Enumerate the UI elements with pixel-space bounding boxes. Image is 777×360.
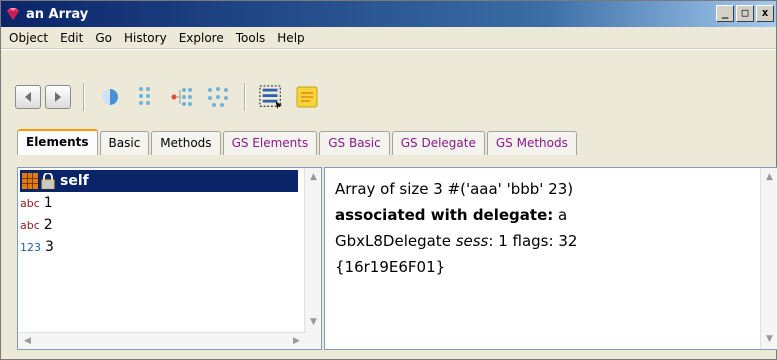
list-selection-button[interactable]	[259, 85, 283, 109]
tab-basic[interactable]: Basic	[99, 131, 150, 155]
notepad-button[interactable]	[295, 85, 319, 109]
list-item-label: 1	[43, 195, 53, 211]
forward-button[interactable]	[45, 85, 71, 109]
vertical-scrollbar[interactable]: ▲ ▼	[304, 168, 321, 349]
dot-grid-icon	[139, 87, 150, 105]
scroll-up-icon[interactable]: ▲	[762, 170, 777, 185]
tab-elements[interactable]: Elements	[17, 129, 98, 155]
inspector-window: an Array _ □ x Object Edit Go History Ex…	[0, 0, 777, 360]
scroll-down-icon[interactable]: ▼	[306, 315, 321, 330]
menu-edit[interactable]: Edit	[54, 28, 89, 48]
branch-button[interactable]	[170, 85, 194, 109]
back-icon	[25, 92, 31, 102]
list-item[interactable]: abc 2	[20, 214, 53, 236]
list-item[interactable]: 123 3	[20, 236, 54, 258]
tab-gs-elements[interactable]: GS Elements	[222, 131, 318, 155]
menu-object[interactable]: Object	[3, 28, 54, 48]
half-circle-icon	[102, 89, 118, 105]
branch-icon	[171, 88, 192, 106]
details-line: GbxL8Delegate sess: 1 flags: 32	[335, 232, 578, 250]
list-item[interactable]: abc 1	[20, 192, 53, 214]
close-button[interactable]: x	[756, 5, 774, 22]
network-button[interactable]	[206, 85, 230, 109]
notepad-icon	[296, 86, 318, 108]
toolbar-separator	[244, 83, 245, 111]
details-line: {16r19E6F01}	[335, 258, 446, 276]
list-item-label: 3	[45, 239, 54, 255]
scroll-down-icon[interactable]: ▼	[762, 332, 777, 347]
horizontal-scrollbar[interactable]: ◀ ▶	[18, 332, 306, 349]
gem-icon	[7, 8, 19, 20]
menu-tools[interactable]: Tools	[230, 28, 272, 48]
scroll-up-icon[interactable]: ▲	[306, 170, 321, 185]
toolbar-row	[15, 78, 325, 116]
number-type-icon: 123	[20, 240, 41, 254]
menu-bar: Object Edit Go History Explore Tools Hel…	[1, 27, 776, 49]
maximize-button[interactable]: □	[736, 5, 754, 22]
tab-gs-methods[interactable]: GS Methods	[486, 131, 577, 155]
vertical-scrollbar[interactable]: ▲ ▼	[760, 168, 777, 349]
window-controls: _ □ x	[716, 5, 774, 22]
list-item-label: 2	[43, 217, 53, 233]
tab-gs-delegate[interactable]: GS Delegate	[391, 131, 485, 155]
tab-methods[interactable]: Methods	[151, 131, 221, 155]
half-circle-button[interactable]	[98, 85, 122, 109]
list-item-label: self	[60, 173, 89, 189]
title-bar[interactable]: an Array _ □ x	[1, 1, 776, 27]
menu-go[interactable]: Go	[89, 28, 118, 48]
menu-history[interactable]: History	[118, 28, 173, 48]
list-item-self[interactable]: self	[20, 170, 298, 192]
scroll-left-icon[interactable]: ◀	[20, 334, 35, 349]
string-type-icon: abc	[20, 218, 40, 232]
network-icon	[208, 87, 228, 107]
menu-explore[interactable]: Explore	[173, 28, 230, 48]
details-text: Array of size 3 #('aaa' 'bbb' 23) associ…	[335, 176, 755, 280]
elements-list[interactable]: self abc 1 abc 2 123 3 ▲ ▼ ◀ ▶	[17, 167, 322, 350]
scroll-right-icon[interactable]: ▶	[289, 334, 304, 349]
string-type-icon: abc	[20, 196, 40, 210]
forward-icon	[55, 92, 61, 102]
details-line: associated with delegate: a	[335, 206, 568, 224]
lock-icon	[41, 173, 55, 189]
array-grid-icon	[22, 173, 38, 189]
tab-bar: Elements Basic Methods GS Elements GS Ba…	[17, 129, 579, 155]
toolbar-separator	[83, 83, 84, 111]
minimize-button[interactable]: _	[716, 5, 734, 22]
list-selection-icon	[259, 85, 283, 109]
window-title: an Array	[26, 6, 89, 22]
details-line: Array of size 3 #('aaa' 'bbb' 23)	[335, 180, 574, 198]
details-pane[interactable]: Array of size 3 #('aaa' 'bbb' 23) associ…	[324, 167, 777, 350]
toolbar	[1, 49, 776, 125]
tab-gs-basic[interactable]: GS Basic	[319, 131, 390, 155]
dot-grid-button[interactable]	[134, 85, 158, 109]
menu-help[interactable]: Help	[271, 28, 310, 48]
back-button[interactable]	[15, 85, 41, 109]
